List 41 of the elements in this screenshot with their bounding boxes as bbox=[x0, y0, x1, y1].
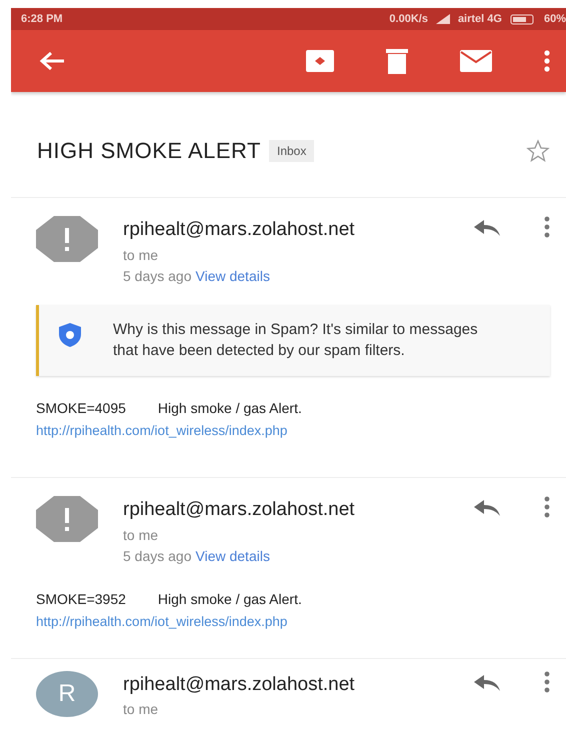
battery-icon bbox=[510, 14, 536, 24]
back-arrow-icon[interactable] bbox=[39, 51, 65, 71]
spam-warning-icon bbox=[36, 216, 98, 262]
smoke-reading: SMOKE=4095 bbox=[36, 399, 126, 418]
label-tag: Inbox bbox=[268, 140, 314, 162]
view-details-link[interactable]: View details bbox=[196, 546, 270, 566]
sender-address: rpihealt@mars.zolahost.net bbox=[123, 672, 356, 696]
mail-icon[interactable] bbox=[460, 50, 492, 72]
shield-icon bbox=[59, 322, 81, 346]
battery-level: 60% bbox=[544, 12, 566, 27]
time-ago: 5 days ago bbox=[123, 546, 192, 566]
star-icon[interactable] bbox=[526, 138, 550, 162]
spam-explanation: Why is this message in Spam? It's similar to messages that have been detected by our spam filters. bbox=[113, 320, 479, 362]
sender-address: rpihealt@mars.zolahost.net bbox=[123, 218, 356, 242]
view-details-link[interactable]: View details bbox=[196, 266, 270, 286]
recipient-text: to me bbox=[123, 246, 160, 264]
reply-icon[interactable] bbox=[474, 674, 500, 690]
status-time: 6:28 PM bbox=[21, 12, 63, 27]
alert-text: High smoke / gas Alert. bbox=[158, 590, 302, 609]
url-link[interactable]: http://rpihealth.com/iot_wireless/index.php bbox=[36, 614, 288, 628]
avatar: R bbox=[36, 670, 98, 716]
smoke-reading: SMOKE=3952 bbox=[36, 590, 126, 608]
reply-icon[interactable] bbox=[474, 500, 500, 516]
carrier-name: airtel 4G bbox=[458, 12, 502, 27]
more-options-icon[interactable] bbox=[544, 670, 550, 692]
trash-icon[interactable] bbox=[386, 48, 408, 74]
more-options-icon[interactable] bbox=[544, 496, 550, 518]
time-ago: 5 days ago bbox=[123, 266, 192, 286]
network-speed: 0.00K/s bbox=[389, 12, 428, 27]
url-link[interactable]: http://rpihealth.com/iot_wireless/index.php bbox=[36, 423, 288, 438]
reply-icon[interactable] bbox=[474, 220, 500, 236]
more-options-icon[interactable] bbox=[544, 50, 550, 72]
recipient-text: to me bbox=[123, 526, 160, 544]
signal-icon bbox=[436, 14, 450, 24]
sender-address: rpihealt@mars.zolahost.net bbox=[123, 498, 356, 522]
alert-text: High smoke / gas Alert. bbox=[158, 399, 302, 418]
email-subject: HIGH SMOKE ALERT bbox=[37, 137, 261, 165]
spam-warning-icon bbox=[36, 496, 98, 542]
more-options-icon[interactable] bbox=[544, 216, 550, 238]
recipient-text: to me bbox=[123, 700, 160, 719]
archive-icon[interactable] bbox=[306, 50, 334, 72]
